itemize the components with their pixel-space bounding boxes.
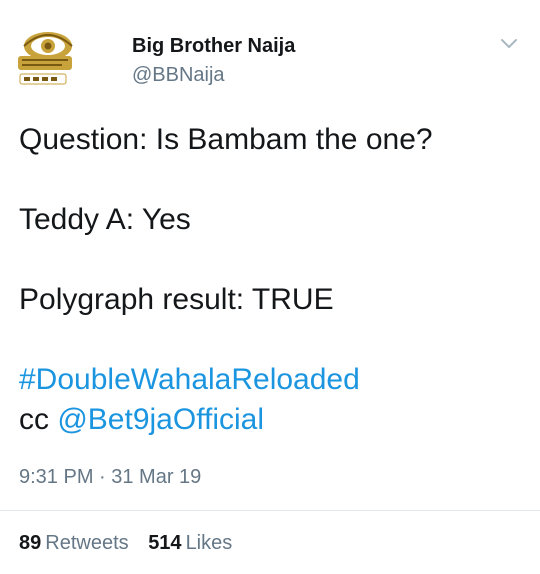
- tweet-text: Question: Is Bambam the one? Teddy A: Ye…: [19, 120, 519, 440]
- likes-label: Likes: [185, 532, 233, 554]
- tweet-header: Big Brother Naija @BBNaija: [16, 24, 524, 94]
- retweets-stat[interactable]: 89 Retweets: [19, 530, 129, 556]
- retweets-count: 89: [19, 532, 42, 554]
- tweet-line-cc: cc @Bet9jaOfficial: [19, 400, 519, 440]
- tweet-line-answer: Teddy A: Yes: [19, 203, 191, 236]
- tweet-line-question: Question: Is Bambam the one?: [19, 123, 433, 156]
- likes-count: 514: [148, 532, 182, 554]
- author-handle[interactable]: @BBNaija: [132, 62, 225, 88]
- divider: [0, 510, 540, 511]
- author-display-name[interactable]: Big Brother Naija: [132, 34, 295, 58]
- big-brother-naija-logo-icon: [18, 32, 73, 85]
- tweet-line-result: Polygraph result: TRUE: [19, 283, 334, 316]
- tweet-timestamp[interactable]: 9:31 PM · 31 Mar 19: [19, 464, 201, 490]
- tweet-stats: 89 Retweets 514 Likes: [19, 530, 246, 556]
- likes-stat[interactable]: 514 Likes: [148, 530, 232, 556]
- mention-link[interactable]: @Bet9jaOfficial: [57, 403, 264, 436]
- retweets-label: Retweets: [45, 532, 129, 554]
- hashtag-link[interactable]: #DoubleWahalaReloaded: [19, 360, 519, 400]
- cc-prefix: cc: [19, 403, 49, 436]
- chevron-down-icon[interactable]: [498, 32, 520, 54]
- avatar[interactable]: [16, 26, 92, 102]
